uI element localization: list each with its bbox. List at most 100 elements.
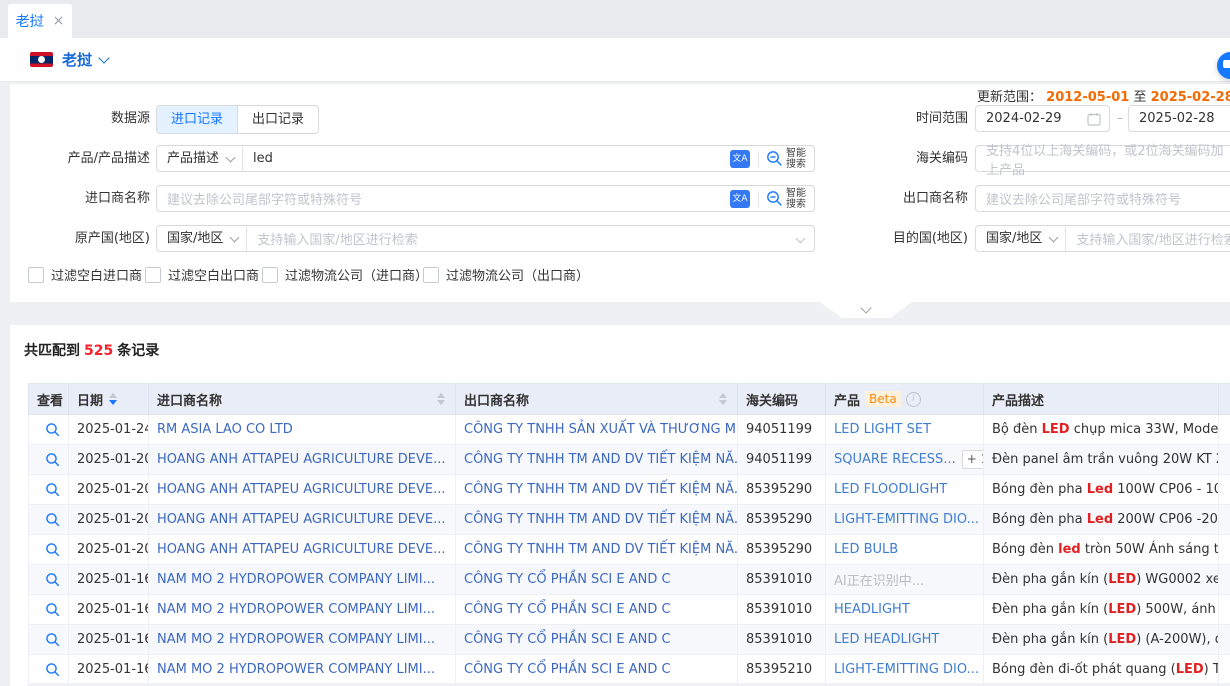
- exporter-label: 出口商名称: [828, 185, 968, 212]
- view-record-button[interactable]: [45, 572, 60, 587]
- chevron-down-icon[interactable]: [98, 52, 109, 63]
- product-search-input[interactable]: led: [243, 151, 730, 166]
- summary-suffix: 条记录: [117, 343, 159, 359]
- table-row: 2025-01-20 HOANG ANH ATTAPEU AGRICULTURE…: [29, 445, 1230, 475]
- product-link[interactable]: LIGHT-EMITTING DIO...: [834, 662, 979, 677]
- view-cell: [29, 415, 69, 445]
- checkbox-icon[interactable]: [262, 267, 278, 283]
- chevron-down-icon: [226, 152, 236, 162]
- exporter-link[interactable]: CÔNG TY CỔ PHẦN SCI E AND C: [464, 602, 671, 617]
- exporter-link[interactable]: CÔNG TY CỔ PHẦN SCI E AND C: [464, 662, 671, 677]
- product-link[interactable]: LED HEADLIGHT: [834, 632, 939, 647]
- product-cell: LED HEADLIGHT: [826, 625, 984, 655]
- datasource-label: 数据源: [10, 105, 150, 132]
- importer-link[interactable]: NAM MO 2 HYDROPOWER COMPANY LIMI...: [157, 572, 435, 587]
- view-record-button[interactable]: [45, 602, 60, 617]
- product-cell: LED LIGHT SET: [826, 415, 984, 445]
- translate-icon[interactable]: 文A: [730, 190, 750, 208]
- view-record-button[interactable]: [45, 662, 60, 677]
- exporter-sort-control[interactable]: [719, 393, 727, 405]
- view-cell: [29, 595, 69, 625]
- extra-cell: [1219, 535, 1230, 565]
- table-row: 2025-01-16 NAM MO 2 HYDROPOWER COMPANY L…: [29, 595, 1230, 625]
- product-field-select[interactable]: 产品描述: [157, 146, 243, 171]
- checkbox-filter-logistics-exporter[interactable]: 过滤物流公司（出口商）: [423, 265, 589, 284]
- tab-export-records[interactable]: 出口记录: [237, 106, 318, 133]
- importer-link[interactable]: HOANG ANH ATTAPEU AGRICULTURE DEVE...: [157, 542, 445, 557]
- magnifier-icon: [45, 422, 60, 437]
- product-description: Đèn panel âm trần vuông 20W KT 22...: [984, 445, 1219, 475]
- ai-recognizing-text: AI正在识别中...: [834, 574, 924, 589]
- exporter-link[interactable]: CÔNG TY TNHH TM AND DV TIẾT KIỆM NĂ...: [464, 452, 738, 467]
- destination-select[interactable]: 国家/地区: [976, 226, 1066, 251]
- divider: [758, 191, 759, 207]
- view-cell: [29, 445, 69, 475]
- view-record-button[interactable]: [45, 632, 60, 647]
- view-record-button[interactable]: [45, 482, 60, 497]
- exporter-link[interactable]: CÔNG TY TNHH TM AND DV TIẾT KIỆM NĂ...: [464, 542, 738, 557]
- tab-close-icon[interactable]: ×: [53, 13, 65, 29]
- product-link[interactable]: LIGHT-EMITTING DIO...: [834, 512, 979, 527]
- product-link[interactable]: LED LIGHT SET: [834, 422, 931, 437]
- importer-link[interactable]: HOANG ANH ATTAPEU AGRICULTURE DEVE...: [157, 512, 445, 527]
- hs-code-value: 85395290: [738, 505, 826, 535]
- record-date: 2025-01-20: [69, 445, 149, 475]
- record-date: 2025-01-16: [69, 595, 149, 625]
- collapse-filters-button[interactable]: [820, 302, 912, 318]
- hs-code-input[interactable]: 支持4位以上海关编码，或2位海关编码加上产品: [975, 145, 1230, 172]
- tab-import-records[interactable]: 进口记录: [157, 106, 237, 133]
- checkbox-icon[interactable]: [28, 267, 44, 283]
- checkbox-icon[interactable]: [145, 267, 161, 283]
- product-link[interactable]: SQUARE RECESS...: [834, 452, 956, 467]
- keyword-highlight: LED: [1042, 422, 1070, 437]
- country-name[interactable]: 老挝: [62, 49, 92, 70]
- product-description: Bóng đèn đi-ốt phát quang (LED) TR...: [984, 655, 1219, 685]
- origin-country-select[interactable]: 国家/地区: [157, 226, 247, 251]
- header-description: 产品描述: [984, 384, 1219, 415]
- importer-link[interactable]: NAM MO 2 HYDROPOWER COMPANY LIMI...: [157, 602, 435, 617]
- translate-icon[interactable]: 文A: [730, 150, 750, 168]
- destination-input[interactable]: 支持输入国家/地区进行检索: [1066, 229, 1230, 248]
- importer-link[interactable]: RM ASIA LAO CO LTD: [157, 422, 293, 437]
- product-link[interactable]: HEADLIGHT: [834, 602, 910, 617]
- smart-search-button[interactable]: 智能 搜索: [766, 188, 814, 210]
- view-record-button[interactable]: [45, 512, 60, 527]
- origin-country-input[interactable]: 支持输入国家/地区进行检索: [247, 229, 797, 248]
- importer-link[interactable]: NAM MO 2 HYDROPOWER COMPANY LIMI...: [157, 632, 435, 647]
- more-products-badge[interactable]: + 1: [962, 450, 984, 469]
- magnifier-icon: [45, 662, 60, 677]
- importer-sort-control[interactable]: [437, 393, 445, 405]
- extra-cell: [1219, 655, 1230, 685]
- exporter-link[interactable]: CÔNG TY TNHH SẢN XUẤT VÀ THƯƠNG M...: [464, 422, 738, 437]
- product-cell: LIGHT-EMITTING DIO...: [826, 505, 984, 535]
- tab-laos[interactable]: 老挝 ×: [8, 4, 72, 38]
- product-label: 产品/产品描述: [10, 145, 150, 172]
- date-from-input[interactable]: 2024-02-29: [975, 105, 1110, 132]
- checkbox-filter-logistics-importer[interactable]: 过滤物流公司（进口商）: [262, 265, 428, 284]
- exporter-link[interactable]: CÔNG TY CỔ PHẦN SCI E AND C: [464, 572, 671, 587]
- filter-checkbox-row: 过滤空白进口商 过滤空白出口商 过滤物流公司（进口商） 过滤物流公司（出口商）: [10, 265, 1230, 285]
- product-link[interactable]: LED BULB: [834, 542, 898, 557]
- product-link[interactable]: LED FLOODLIGHT: [834, 482, 947, 497]
- smart-search-button[interactable]: 智能 搜索: [766, 148, 814, 170]
- checkbox-filter-blank-importer[interactable]: 过滤空白进口商: [28, 265, 142, 284]
- importer-link[interactable]: HOANG ANH ATTAPEU AGRICULTURE DEVE...: [157, 482, 445, 497]
- exporter-link[interactable]: CÔNG TY TNHH TM AND DV TIẾT KIỆM NĂ...: [464, 482, 738, 497]
- importer-link[interactable]: NAM MO 2 HYDROPOWER COMPANY LIMI...: [157, 662, 435, 677]
- importer-link[interactable]: HOANG ANH ATTAPEU AGRICULTURE DEVE...: [157, 452, 445, 467]
- importer-input[interactable]: 建议去除公司尾部字符或特殊符号: [157, 189, 730, 208]
- checkbox-filter-blank-exporter[interactable]: 过滤空白出口商: [145, 265, 259, 284]
- exporter-input[interactable]: 建议去除公司尾部字符或特殊符号: [975, 185, 1230, 212]
- checkbox-icon[interactable]: [423, 267, 439, 283]
- view-record-button[interactable]: [45, 542, 60, 557]
- results-panel: 共匹配到525条记录 查看 日期 进口商名称: [10, 325, 1230, 686]
- product-cell: AI正在识别中...: [826, 565, 984, 595]
- view-record-button[interactable]: [45, 422, 60, 437]
- date-to-input[interactable]: 2025-02-28: [1128, 105, 1230, 132]
- view-record-button[interactable]: [45, 452, 60, 467]
- product-cell: LED FLOODLIGHT: [826, 475, 984, 505]
- info-icon[interactable]: i: [906, 392, 921, 407]
- exporter-link[interactable]: CÔNG TY TNHH TM AND DV TIẾT KIỆM NĂ...: [464, 512, 738, 527]
- date-sort-control[interactable]: [109, 393, 117, 405]
- exporter-link[interactable]: CÔNG TY CỔ PHẦN SCI E AND C: [464, 632, 671, 647]
